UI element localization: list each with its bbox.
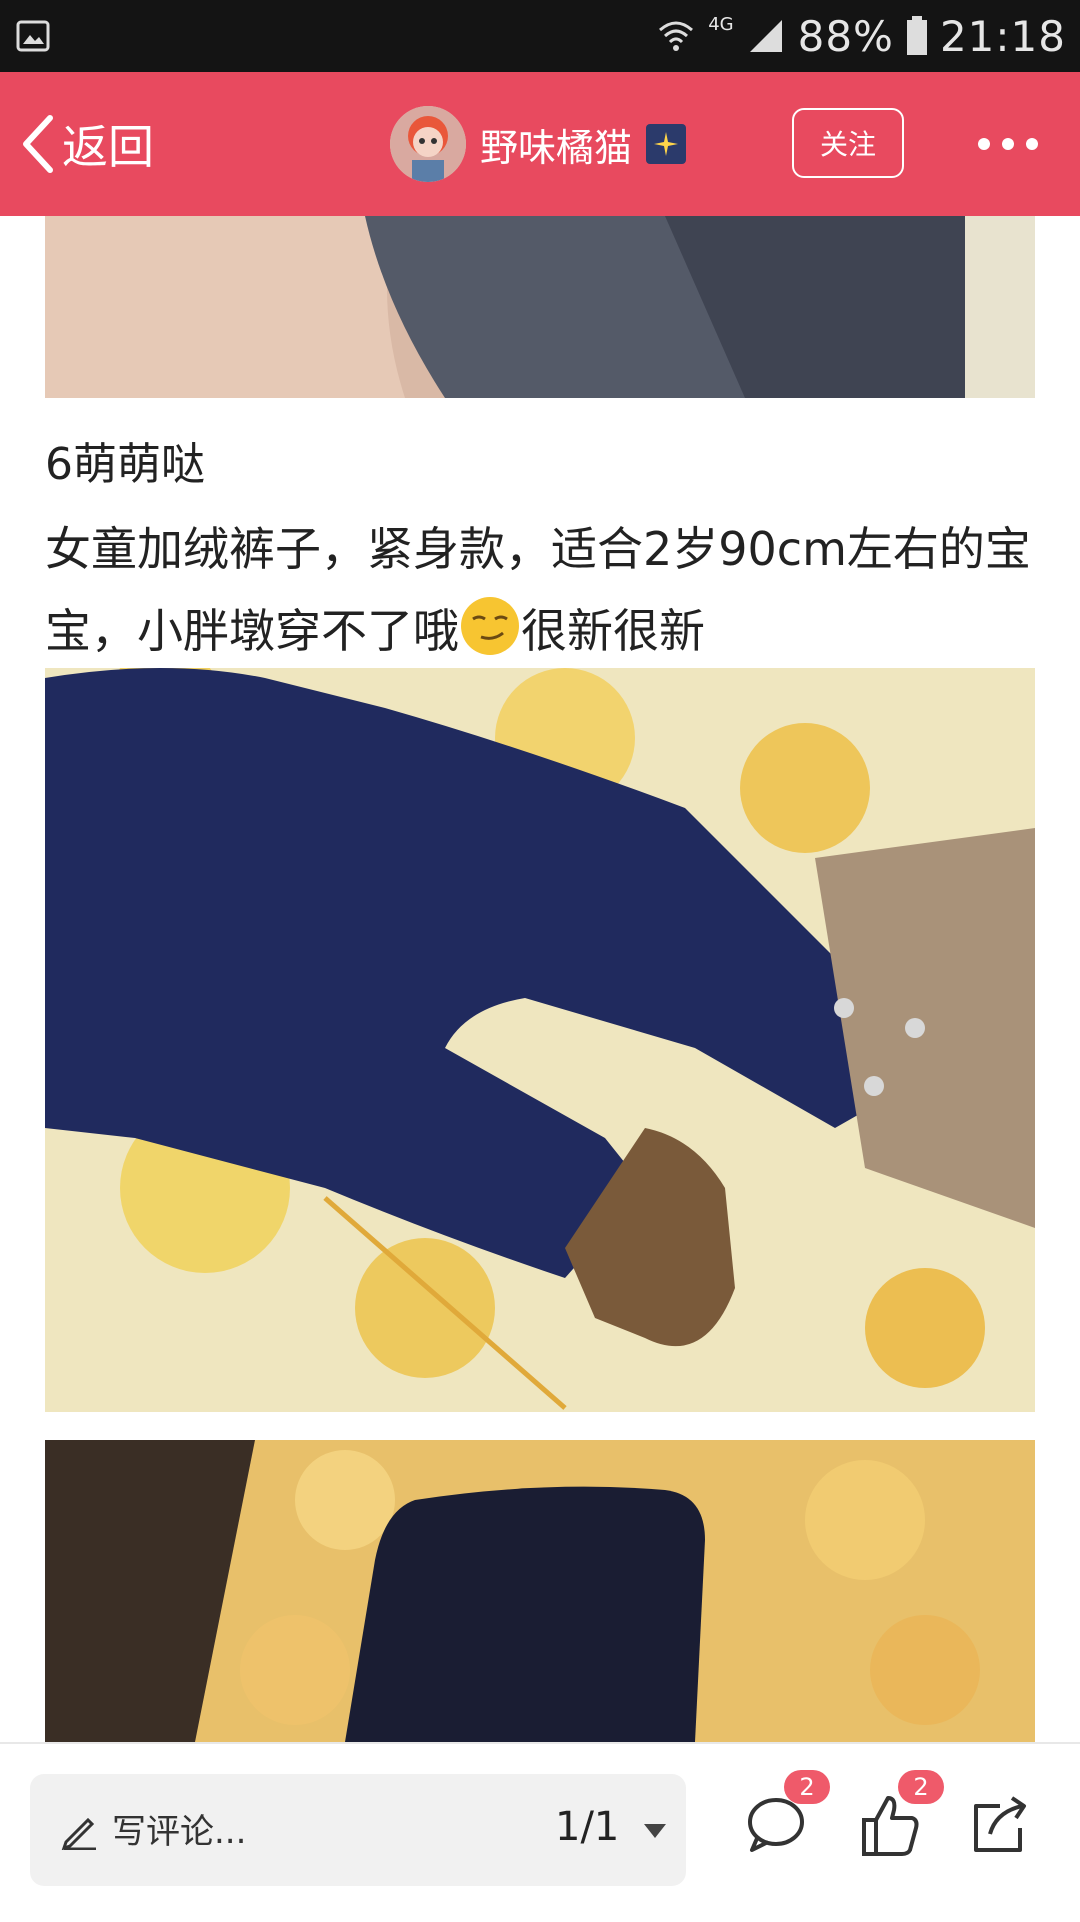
- sparkle-emoji-icon: [646, 124, 687, 164]
- post-photo-1[interactable]: [45, 216, 1035, 398]
- signal-icon: [749, 20, 782, 52]
- post-photo-2[interactable]: [45, 668, 1035, 1412]
- pencil-icon: [61, 1817, 96, 1850]
- image-notification-icon: [16, 20, 50, 52]
- like-button[interactable]: 2: [850, 1770, 944, 1864]
- battery-percent: 88%: [797, 11, 894, 61]
- comment-placeholder: 写评论...: [112, 1812, 247, 1852]
- post-description: 女童加绒裤子，紧身款，适合2岁90cm左右的宝宝，小胖墩穿不了哦 很新很新: [45, 508, 1045, 672]
- wifi-icon: [659, 21, 694, 51]
- post-title: 6萌萌哒: [45, 439, 205, 490]
- follow-button[interactable]: 关注: [792, 108, 904, 178]
- share-icon: [974, 1796, 1026, 1852]
- author-info[interactable]: 野味橘猫: [390, 105, 687, 183]
- username[interactable]: 野味橘猫: [480, 117, 632, 172]
- bottom-action-bar: 写评论... 1/1 2 2: [0, 1742, 1080, 1922]
- post-description-tail: 很新很新: [521, 604, 705, 658]
- avatar[interactable]: [390, 106, 466, 182]
- back-label: 返回: [62, 120, 154, 174]
- chevron-left-icon: [23, 115, 53, 173]
- comment-button[interactable]: 2: [736, 1770, 830, 1864]
- comment-count-badge: 2: [784, 1770, 830, 1804]
- smirk-emoji-icon: [461, 597, 519, 655]
- app-header: 返回 野味橘猫 关注: [0, 72, 1080, 216]
- post-photo-3[interactable]: [45, 1440, 1035, 1742]
- status-right: 4G 88% 21:18: [656, 0, 1066, 72]
- back-button[interactable]: 返回: [20, 112, 154, 176]
- status-bar: 4G 88% 21:18: [0, 0, 1080, 72]
- clock: 21:18: [939, 11, 1066, 61]
- network-type: 4G: [708, 13, 734, 35]
- share-button[interactable]: [960, 1784, 1040, 1864]
- like-count-badge: 2: [898, 1770, 944, 1804]
- page-counter[interactable]: 1/1: [555, 1804, 619, 1850]
- chevron-down-icon[interactable]: [642, 1822, 668, 1840]
- battery-icon: [906, 16, 927, 55]
- more-options-icon[interactable]: [978, 132, 1068, 156]
- comment-input[interactable]: 写评论... 1/1: [30, 1774, 686, 1886]
